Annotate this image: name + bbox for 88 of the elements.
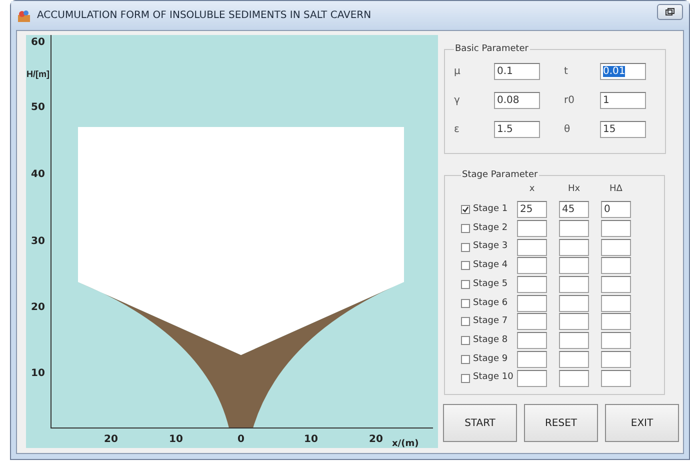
- y-tick-label: 40: [31, 169, 45, 180]
- stage-label: Stage 2: [473, 222, 508, 235]
- input-field[interactable]: [559, 350, 589, 368]
- input-field[interactable]: [517, 276, 547, 294]
- column-header: x: [528, 182, 536, 196]
- parameter-label: μ: [454, 64, 462, 78]
- stage-label: Stage 1: [473, 203, 508, 216]
- window-title: ACCUMULATION FORM OF INSOLUBLE SEDIMENTS IN SALT CAVERN: [37, 9, 372, 23]
- input-field[interactable]: [517, 332, 547, 350]
- x-axis-title: x/(m): [392, 439, 419, 448]
- window-button[interactable]: [657, 4, 683, 20]
- input-field[interactable]: [601, 220, 631, 238]
- input-field[interactable]: [601, 257, 631, 274]
- input-field[interactable]: [517, 238, 547, 256]
- action-button[interactable]: RESET: [524, 404, 598, 442]
- input-field[interactable]: [517, 350, 547, 368]
- column-header: Hx: [566, 182, 582, 196]
- check-icon: [462, 206, 469, 214]
- checkbox[interactable]: [461, 280, 470, 290]
- input-field[interactable]: [559, 257, 589, 274]
- stage-label: Stage 6: [473, 296, 508, 310]
- input-field[interactable]: [559, 220, 589, 238]
- input-field[interactable]: [601, 370, 631, 387]
- checkbox[interactable]: [461, 224, 470, 234]
- parameter-label: ε: [454, 122, 460, 136]
- restore-icon: [665, 8, 675, 16]
- action-button[interactable]: START: [443, 404, 517, 442]
- input-field[interactable]: [601, 313, 631, 330]
- x-tick-label: 20: [369, 434, 383, 445]
- y-tick-label: 10: [31, 368, 45, 379]
- y-tick-label: 30: [31, 236, 45, 247]
- stage-label: Stage 7: [473, 315, 508, 328]
- input-field[interactable]: [517, 313, 547, 330]
- checkbox[interactable]: [461, 298, 470, 308]
- parameter-label: γ: [454, 94, 461, 108]
- input-field[interactable]: [601, 238, 631, 256]
- y-axis-title: H/[m]: [26, 69, 50, 79]
- group-title: Basic Parameter: [454, 43, 530, 56]
- input-field[interactable]: [559, 370, 589, 387]
- group-title: Stage Parameter: [461, 169, 539, 182]
- input-field[interactable]: 0.1: [494, 62, 540, 80]
- input-field[interactable]: [559, 276, 589, 294]
- y-tick-label: 50: [31, 102, 45, 113]
- checkbox[interactable]: [461, 205, 470, 214]
- input-field[interactable]: [601, 350, 631, 368]
- input-field[interactable]: [517, 370, 547, 387]
- stage-label: Stage 5: [473, 278, 508, 291]
- input-field[interactable]: [517, 257, 547, 274]
- input-field[interactable]: [517, 220, 547, 238]
- checkbox[interactable]: [461, 374, 470, 383]
- stage-label: Stage 10: [473, 371, 514, 384]
- x-tick-label: 10: [304, 434, 318, 445]
- checkbox[interactable]: [461, 242, 470, 252]
- input-field[interactable]: 0: [601, 201, 631, 218]
- y-tick-label: 60: [31, 37, 45, 48]
- input-field[interactable]: [559, 313, 589, 330]
- input-field[interactable]: 15: [600, 120, 646, 138]
- parameter-label: θ: [564, 122, 572, 136]
- input-field[interactable]: [517, 294, 547, 312]
- input-field[interactable]: [601, 294, 631, 312]
- stage-label: Stage 4: [473, 259, 508, 272]
- input-field[interactable]: [559, 332, 589, 350]
- app-icon: [17, 8, 31, 22]
- checkbox[interactable]: [461, 261, 470, 270]
- x-tick-label: 20: [104, 434, 118, 445]
- input-field[interactable]: [601, 332, 631, 350]
- parameter-label: r0: [564, 94, 576, 108]
- column-header: HΔ: [608, 182, 624, 196]
- stage-label: Stage 8: [473, 334, 508, 347]
- x-tick-label: 10: [169, 434, 183, 445]
- stage-label: Stage 9: [473, 352, 508, 366]
- input-field[interactable]: 0.08: [494, 92, 540, 108]
- input-field[interactable]: 0.01: [600, 62, 646, 80]
- input-field[interactable]: 1.5: [494, 120, 540, 138]
- input-field[interactable]: 1: [600, 92, 646, 108]
- action-button[interactable]: EXIT: [605, 404, 679, 442]
- input-field[interactable]: 45: [559, 201, 589, 218]
- input-field[interactable]: [559, 238, 589, 256]
- input-field[interactable]: [559, 294, 589, 312]
- input-field[interactable]: 25: [517, 201, 547, 218]
- checkbox[interactable]: [461, 336, 470, 346]
- checkbox[interactable]: [461, 317, 470, 326]
- stage-label: Stage 3: [473, 240, 508, 254]
- parameter-label: t: [564, 64, 569, 78]
- input-field[interactable]: [601, 276, 631, 294]
- y-tick-label: 20: [31, 302, 45, 313]
- x-tick-label: 0: [238, 434, 244, 445]
- checkbox[interactable]: [461, 354, 470, 364]
